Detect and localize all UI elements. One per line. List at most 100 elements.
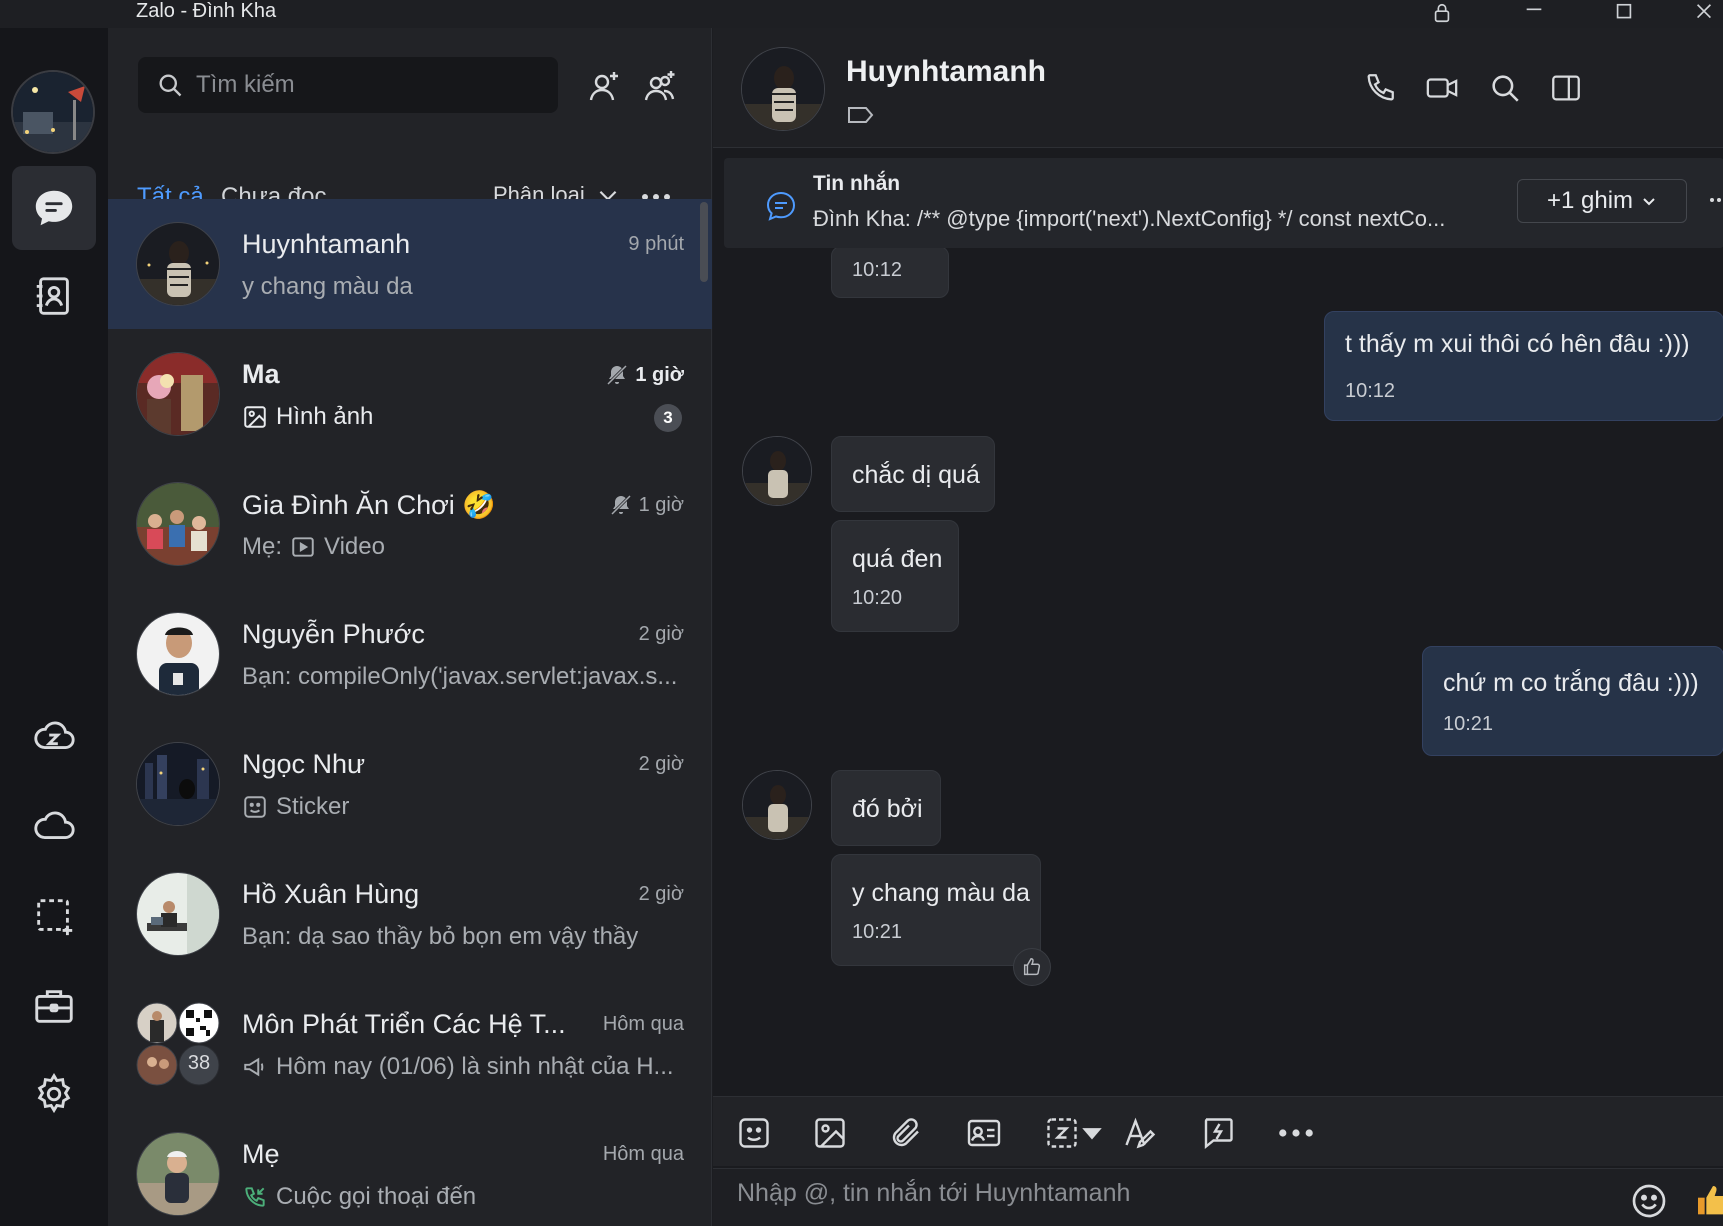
zcloud-nav-button[interactable] [12, 694, 96, 778]
conversation-item[interactable]: 38 Môn Phát Triển Các Hệ T... Hôm qua Hô… [108, 979, 712, 1109]
quick-reply-icon [1204, 1118, 1233, 1149]
sticker-button[interactable] [733, 1112, 775, 1154]
close-icon[interactable] [1684, 0, 1723, 26]
quick-like-button[interactable] [1693, 1181, 1723, 1221]
conversation-time: 2 giờ [638, 753, 684, 775]
conversation-item[interactable]: Nguyễn Phước 2 giờ Bạn: compileOnly('jav… [108, 589, 712, 719]
message-composer [713, 1168, 1723, 1226]
message-text: chứ m co trắng đâu :))) [1443, 669, 1699, 697]
incoming-call-icon [245, 1187, 265, 1207]
send-contact-card-button[interactable] [963, 1112, 1005, 1154]
messages-nav-button[interactable] [12, 166, 96, 250]
conversation-preview: Hình ảnh [242, 403, 373, 431]
message-time: 10:21 [1443, 713, 1494, 735]
preview-text: Hôm nay (01/06) là sinh nhật của H... [276, 1053, 674, 1080]
voice-call-button[interactable] [1360, 68, 1400, 108]
maximize-icon[interactable] [1604, 0, 1644, 26]
conversation-item[interactable]: Hồ Xuân Hùng 2 giờ Bạn: dạ sao thầy bỏ b… [108, 849, 712, 979]
sticker-icon [739, 1118, 769, 1148]
search-input[interactable] [196, 71, 556, 99]
sender-avatar[interactable] [742, 436, 812, 506]
thumbs-up-icon [1698, 1186, 1723, 1215]
caret-down-icon [1082, 1128, 1102, 1140]
pinned-title: Tin nhắn [813, 172, 901, 195]
attach-file-button[interactable] [885, 1112, 927, 1154]
chat-avatar[interactable] [741, 47, 825, 131]
screenshot-icon [1047, 1118, 1077, 1148]
message-text: chắc dị quá [852, 461, 980, 489]
gear-icon [37, 1072, 71, 1114]
conversation-time: 1 giờ [605, 363, 684, 387]
message-bubble-incoming[interactable]: đó bởi [831, 770, 941, 846]
emoji-icon [1632, 1184, 1666, 1218]
create-group-button[interactable] [640, 66, 680, 106]
phone-icon [1367, 74, 1394, 101]
zcloud-icon [34, 721, 75, 749]
video-camera-icon [1426, 78, 1458, 98]
conversation-item[interactable]: Ma 1 giờ Hình ảnh 3 [108, 329, 712, 459]
message-input[interactable] [737, 1179, 1537, 1208]
user-avatar[interactable] [11, 70, 95, 154]
conversation-item[interactable]: Gia Đình Ăn Chơi 🤣 1 giờ Mẹ: Video [108, 459, 712, 589]
message-bubble-incoming[interactable]: quá đen 10:20 [831, 520, 959, 632]
more-icon [1279, 1129, 1313, 1137]
chat-title: Huynhtamanh [846, 55, 1047, 88]
briefcase-icon [35, 990, 73, 1023]
thumbs-up-icon [1023, 958, 1041, 976]
cloud-nav-button[interactable] [12, 784, 96, 868]
emoji-button[interactable] [1629, 1181, 1669, 1221]
conversation-time: Hôm qua [602, 1013, 684, 1035]
format-text-button[interactable] [1119, 1112, 1161, 1154]
pinned-message-bar[interactable]: Tin nhắn Đình Kha: /** @type {import('ne… [724, 158, 1723, 248]
conversation-time: Hôm qua [602, 1143, 684, 1165]
avatar [136, 352, 220, 436]
settings-nav-button[interactable] [12, 1052, 96, 1136]
send-image-button[interactable] [809, 1112, 851, 1154]
conversation-name: Huynhtamanh [242, 229, 411, 259]
toolbox-nav-button[interactable] [12, 964, 96, 1048]
conversation-preview: Cuộc gọi thoại đến [242, 1183, 476, 1211]
react-like-button[interactable] [1013, 948, 1051, 986]
conversation-name: Môn Phát Triển Các Hệ T... [242, 1009, 566, 1039]
conversation-item[interactable]: Mẹ Hôm qua Cuộc gọi thoại đến [108, 1109, 712, 1226]
conversation-item[interactable]: Huynhtamanh 9 phút y chang màu da [108, 199, 712, 329]
message-bubble-incoming[interactable]: 10:12 [831, 248, 949, 298]
search-box[interactable] [138, 57, 558, 113]
conversation-item[interactable]: Ngọc Như 2 giờ Sticker [108, 719, 712, 849]
message-bubble-incoming[interactable]: chắc dị quá [831, 436, 995, 512]
message-text: đó bởi [852, 795, 923, 823]
sender-avatar[interactable] [742, 770, 812, 840]
screenshot-options-dropdown[interactable] [1079, 1112, 1105, 1154]
list-scrollbar[interactable] [700, 202, 708, 282]
video-call-button[interactable] [1422, 68, 1462, 108]
message-text: y chang màu da [852, 879, 1030, 907]
conversation-time: 9 phút [628, 233, 684, 255]
message-time: 10:20 [852, 587, 903, 609]
lock-icon[interactable] [1422, 0, 1462, 26]
message-bubble-outgoing[interactable]: chứ m co trắng đâu :))) 10:21 [1422, 646, 1723, 756]
screenshot-nav-button[interactable] [12, 874, 96, 958]
contacts-nav-button[interactable] [12, 254, 96, 338]
more-icon [1710, 198, 1721, 202]
message-bubble-outgoing[interactable]: t thấy m xui thôi có hên đâu :))) 10:12 [1324, 311, 1723, 421]
pinned-more-button[interactable] [1709, 190, 1723, 210]
text-format-icon [1125, 1117, 1156, 1149]
avatar [136, 742, 220, 826]
add-friend-button[interactable] [584, 66, 624, 106]
toolbar-more-button[interactable] [1275, 1112, 1317, 1154]
conversation-list-panel: Tất cả Chưa đọc Phân loại Huynhtamanh 9 … [108, 28, 712, 1226]
quick-message-button[interactable] [1197, 1112, 1239, 1154]
message-bubble-incoming[interactable]: y chang màu da 10:21 [831, 854, 1041, 966]
more-pins-button[interactable]: +1 ghim [1517, 179, 1687, 223]
screenshot-icon [37, 899, 73, 936]
screenshot-button[interactable] [1041, 1112, 1083, 1154]
preview-text: Hình ảnh [276, 403, 374, 430]
tag-icon[interactable] [846, 103, 876, 127]
chat-header: Huynhtamanh [713, 28, 1723, 148]
conversation-preview: y chang màu da [242, 273, 413, 301]
minimize-icon[interactable] [1514, 0, 1554, 26]
image-icon [815, 1118, 845, 1148]
cloud-icon [34, 811, 75, 839]
toggle-info-panel-button[interactable] [1546, 68, 1586, 108]
search-chat-button[interactable] [1485, 68, 1525, 108]
